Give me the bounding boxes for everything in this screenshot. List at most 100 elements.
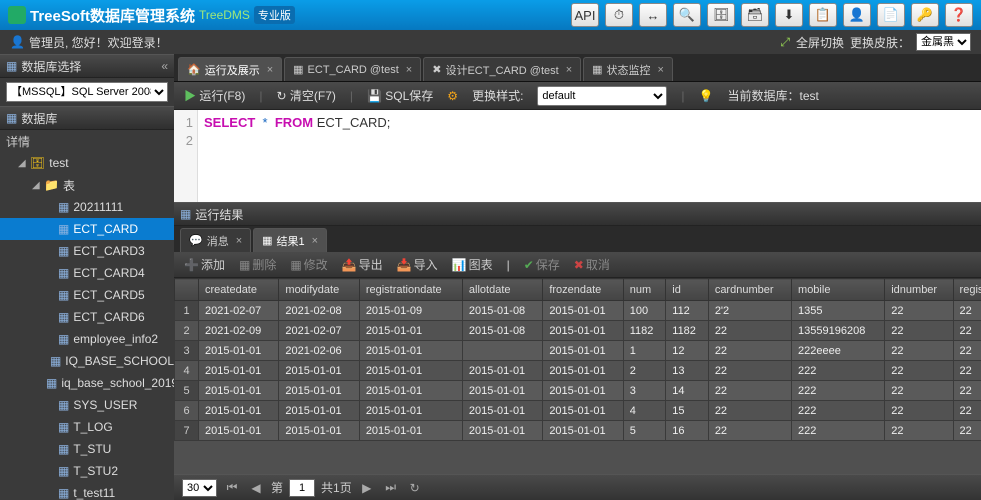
tree-item[interactable]: ▦T_STU2 xyxy=(0,460,174,482)
cell[interactable]: 5 xyxy=(175,381,199,401)
add-button[interactable]: ➕添加 xyxy=(184,256,225,273)
cell[interactable]: 1 xyxy=(623,341,666,361)
cell[interactable]: 2015-01-01 xyxy=(543,381,623,401)
cell[interactable]: 7 xyxy=(175,421,199,441)
column-header[interactable]: mobile xyxy=(792,279,885,301)
cell[interactable]: 2015-01-01 xyxy=(279,421,359,441)
cell[interactable]: 22 xyxy=(708,321,791,341)
header-tool-5[interactable]: 🗃 xyxy=(741,3,769,27)
cell[interactable]: 1182 xyxy=(666,321,709,341)
result-grid-wrap[interactable]: createdatemodifydateregistrationdateallo… xyxy=(174,278,981,474)
cell[interactable]: 2021-02-07 xyxy=(279,321,359,341)
header-tool-11[interactable]: ❓ xyxy=(945,3,973,27)
cell[interactable]: 2 xyxy=(175,321,199,341)
cell[interactable]: 2015-01-01 xyxy=(543,341,623,361)
result-grid[interactable]: createdatemodifydateregistrationdateallo… xyxy=(174,278,981,441)
result-tab[interactable]: 💬消息× xyxy=(180,228,251,252)
column-header[interactable]: idnumber xyxy=(885,279,953,301)
column-header[interactable]: num xyxy=(623,279,666,301)
cell[interactable]: 22 xyxy=(885,401,953,421)
style-select[interactable]: default xyxy=(537,86,667,106)
cell[interactable]: 2015-01-01 xyxy=(359,361,462,381)
cell[interactable]: 22 xyxy=(885,381,953,401)
cell[interactable]: 22 xyxy=(885,301,953,321)
cell[interactable]: 6 xyxy=(175,401,199,421)
import-button[interactable]: 📥导入 xyxy=(397,256,438,273)
tree-item[interactable]: ▦ECT_CARD3 xyxy=(0,240,174,262)
tree-item[interactable]: ▦ECT_CARD4 xyxy=(0,262,174,284)
sql-save-button[interactable]: 💾 SQL保存 xyxy=(367,87,433,104)
column-header[interactable]: createdate xyxy=(199,279,279,301)
cell[interactable]: 22 xyxy=(953,361,981,381)
cell[interactable]: 2015-01-01 xyxy=(359,321,462,341)
tree-item[interactable]: ▦T_STU xyxy=(0,438,174,460)
tab-close-icon[interactable]: × xyxy=(236,235,242,247)
refresh-page-button[interactable]: ↻ xyxy=(406,479,424,497)
cell[interactable]: 100 xyxy=(623,301,666,321)
cell[interactable]: 13559196208 xyxy=(792,321,885,341)
cell[interactable]: 22 xyxy=(953,321,981,341)
cell[interactable]: 22 xyxy=(708,341,791,361)
header-tool-8[interactable]: 👤 xyxy=(843,3,871,27)
cell[interactable]: 2015-01-01 xyxy=(359,401,462,421)
cell[interactable]: 222 xyxy=(792,401,885,421)
cell[interactable]: 5 xyxy=(623,421,666,441)
cell[interactable]: 2015-01-01 xyxy=(543,301,623,321)
cell[interactable]: 13 xyxy=(666,361,709,381)
cell[interactable]: 3 xyxy=(623,381,666,401)
collapse-icon[interactable]: « xyxy=(161,59,168,73)
cell[interactable]: 22 xyxy=(953,301,981,321)
cell[interactable]: 112 xyxy=(666,301,709,321)
cell[interactable]: 4 xyxy=(623,401,666,421)
cell[interactable]: 2015-01-01 xyxy=(543,421,623,441)
cell[interactable]: 2015-01-01 xyxy=(279,361,359,381)
run-button[interactable]: ▶ 运行(F8) xyxy=(184,87,245,104)
column-header[interactable]: registrationdate xyxy=(359,279,462,301)
cell[interactable]: 2015-01-08 xyxy=(462,301,542,321)
tree-item[interactable]: ▦t_test11 xyxy=(0,482,174,500)
cell[interactable]: 222 xyxy=(792,421,885,441)
cell[interactable]: 2015-01-01 xyxy=(199,401,279,421)
cancel-button[interactable]: ✖取消 xyxy=(574,256,610,273)
cell[interactable]: 14 xyxy=(666,381,709,401)
cell[interactable]: 22 xyxy=(885,321,953,341)
cell[interactable]: 22 xyxy=(708,361,791,381)
cell[interactable]: 2015-01-01 xyxy=(199,381,279,401)
tree-item[interactable]: ◢🗄test xyxy=(0,152,174,174)
sql-editor[interactable]: 12 SELECT * FROM ECT_CARD; xyxy=(174,110,981,202)
table-row[interactable]: 42015-01-012015-01-012015-01-012015-01-0… xyxy=(175,361,981,381)
table-row[interactable]: 52015-01-012015-01-012015-01-012015-01-0… xyxy=(175,381,981,401)
cell[interactable]: 1 xyxy=(175,301,199,321)
tree-item[interactable]: ▦iq_base_school_2019 xyxy=(0,372,174,394)
cell[interactable]: 4 xyxy=(175,361,199,381)
cell[interactable]: 12 xyxy=(666,341,709,361)
main-tab[interactable]: 🏠运行及展示× xyxy=(178,57,282,81)
cell[interactable]: 1182 xyxy=(623,321,666,341)
fullscreen-toggle[interactable]: 全屏切换 xyxy=(796,34,844,51)
tree-item[interactable]: ◢📁表 xyxy=(0,174,174,196)
header-tool-3[interactable]: 🔍 xyxy=(673,3,701,27)
cell[interactable]: 2021-02-08 xyxy=(279,301,359,321)
page-input[interactable] xyxy=(289,479,315,497)
tree-item[interactable]: ▦ECT_CARD6 xyxy=(0,306,174,328)
table-row[interactable]: 22021-02-092021-02-072015-01-012015-01-0… xyxy=(175,321,981,341)
tree-item[interactable]: ▦T_LOG xyxy=(0,416,174,438)
delete-button[interactable]: ▦删除 xyxy=(239,256,276,273)
tree-item[interactable]: ▦20211111 xyxy=(0,196,174,218)
cell[interactable]: 22 xyxy=(708,381,791,401)
column-header[interactable]: registrant xyxy=(953,279,981,301)
cell[interactable]: 1355 xyxy=(792,301,885,321)
tab-close-icon[interactable]: × xyxy=(312,235,318,247)
tree-item[interactable]: ▦IQ_BASE_SCHOOL xyxy=(0,350,174,372)
cell[interactable]: 2015-01-01 xyxy=(462,381,542,401)
main-tab[interactable]: ✖设计ECT_CARD @test× xyxy=(423,57,581,81)
editor-code[interactable]: SELECT * FROM ECT_CARD; xyxy=(198,110,396,202)
cell[interactable]: 22 xyxy=(885,341,953,361)
cell[interactable]: 2015-01-01 xyxy=(199,421,279,441)
cell[interactable]: 22 xyxy=(953,421,981,441)
result-tab[interactable]: ▦结果1× xyxy=(253,228,327,252)
cell[interactable]: 2021-02-07 xyxy=(199,301,279,321)
cell[interactable]: 16 xyxy=(666,421,709,441)
cell[interactable]: 22 xyxy=(708,421,791,441)
cell[interactable]: 2015-01-01 xyxy=(279,381,359,401)
